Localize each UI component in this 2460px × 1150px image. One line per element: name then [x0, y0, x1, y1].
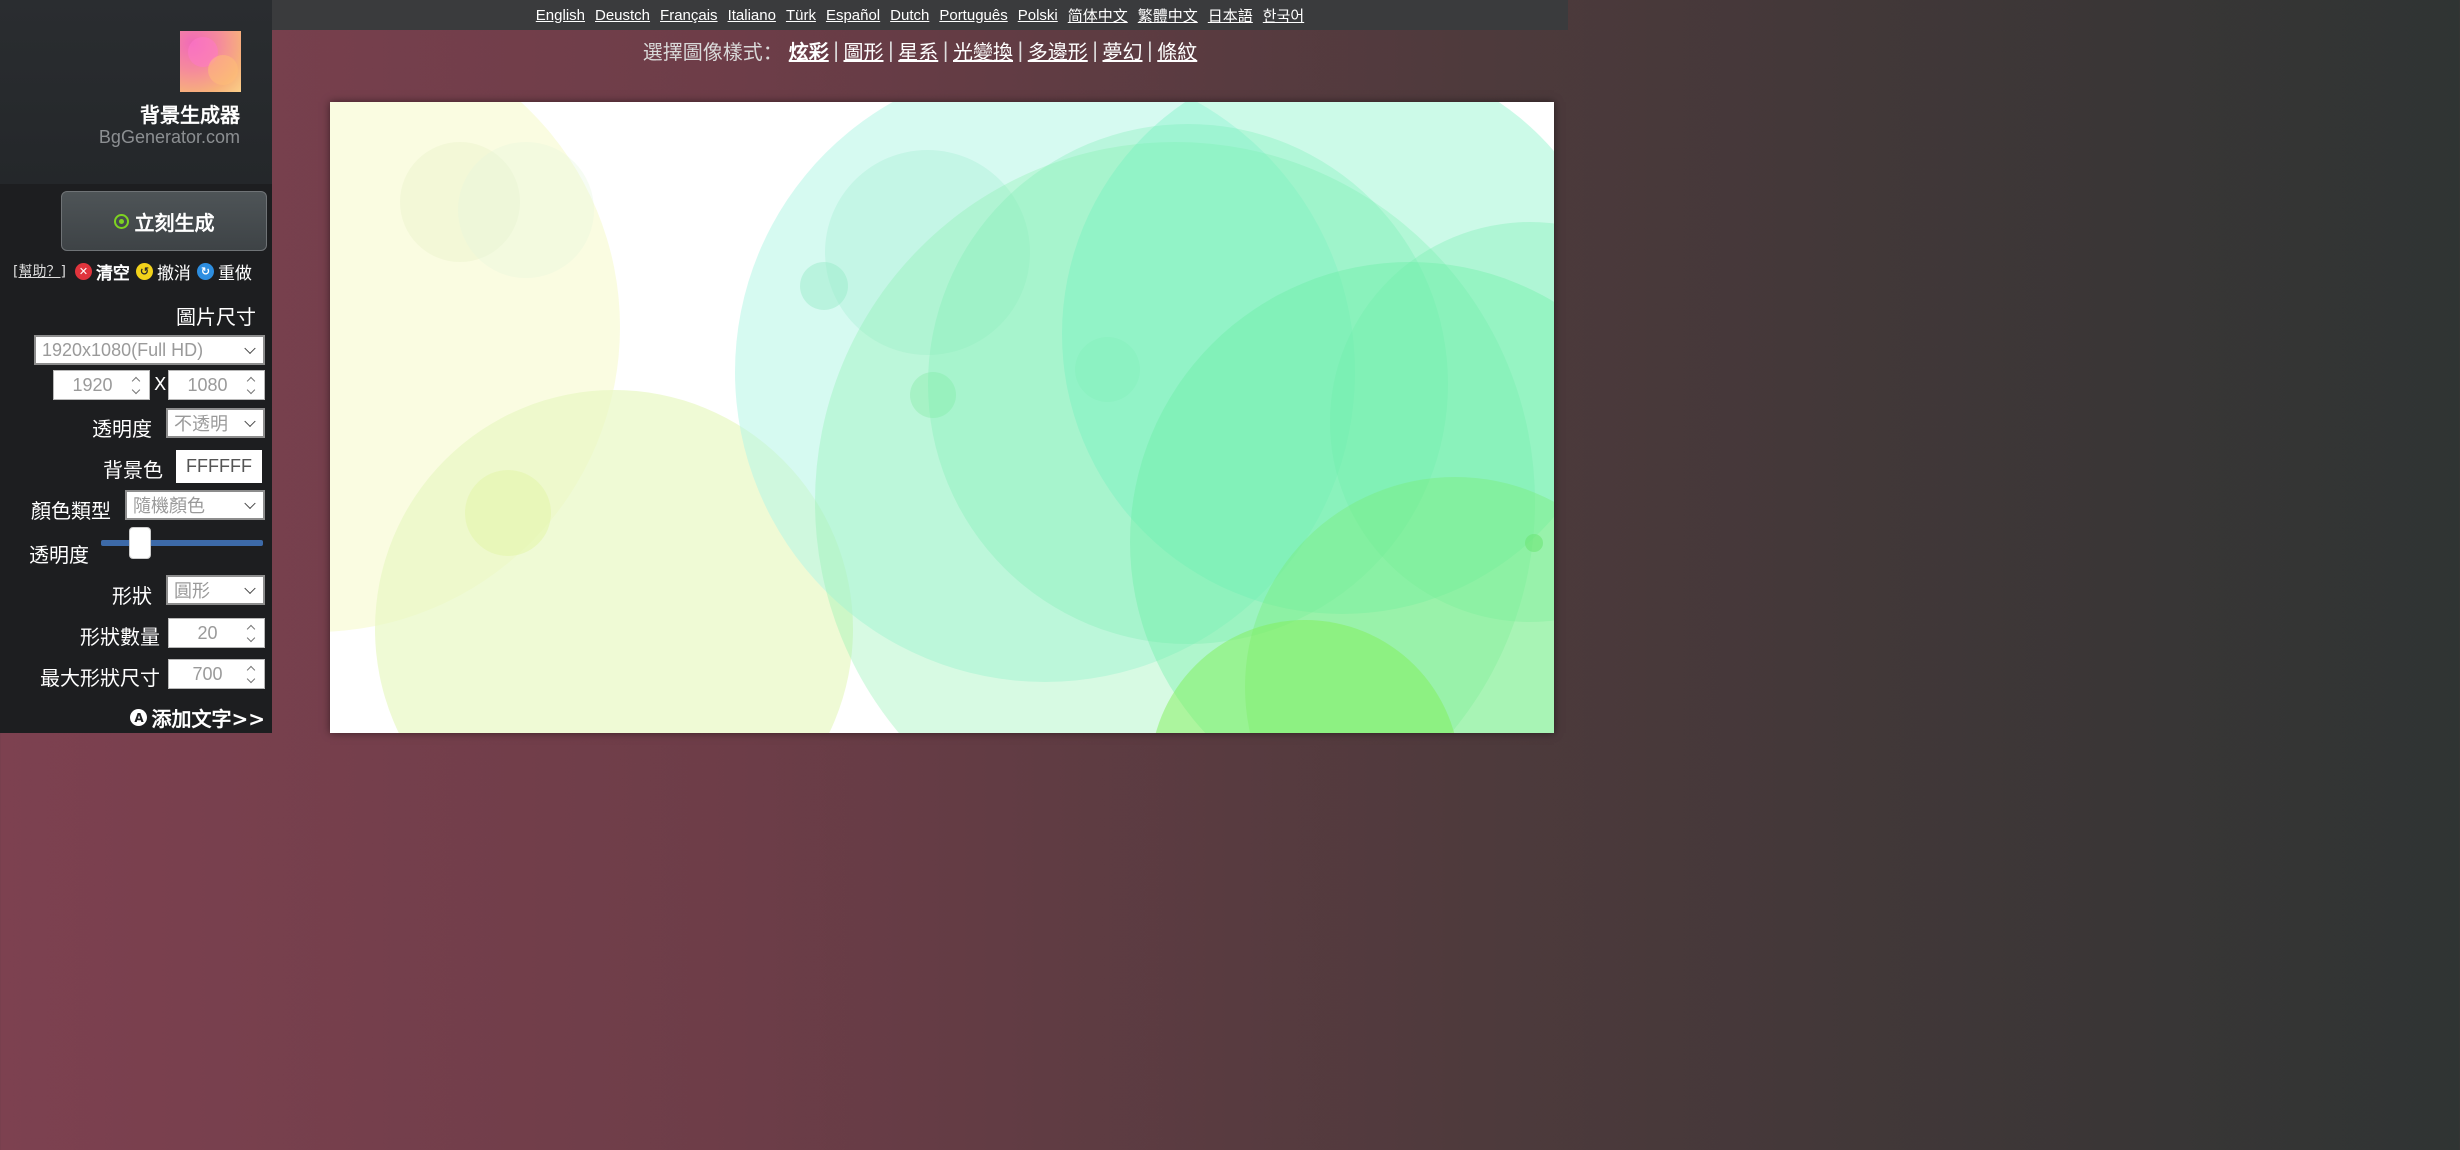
style-link-active[interactable]: 炫彩: [789, 36, 829, 65]
shape-value: 圓形: [174, 581, 210, 601]
brand-domain: BgGenerator.com: [98, 127, 240, 147]
circle-shape: [1525, 534, 1543, 552]
chevron-down-icon: [244, 342, 256, 355]
transparency-slider-track[interactable]: [101, 540, 263, 546]
opacity-label: 透明度: [92, 417, 152, 441]
lang-link[interactable]: Italiano: [728, 7, 776, 24]
style-selector: 選擇圖像樣式： 炫彩 | 圖形 | 星系 | 光變換 | 多邊形 | 夢幻 | …: [272, 34, 1568, 66]
generate-label: 立刻生成: [134, 210, 215, 235]
sidebar: 背景生成器 BgGenerator.com 立刻生成 [幫助？] ✕ 清空 ↺ …: [0, 0, 272, 733]
lang-link[interactable]: Türk: [786, 7, 816, 24]
generate-button[interactable]: 立刻生成: [61, 191, 267, 251]
separator: |: [1146, 38, 1154, 62]
lang-link[interactable]: 繁體中文: [1138, 5, 1198, 26]
brand-name: 背景生成器: [140, 103, 240, 127]
max-size-input[interactable]: 700: [168, 659, 265, 689]
language-bar: English Deustch Français Italiano Türk E…: [272, 0, 1568, 30]
opacity-value: 不透明: [174, 414, 228, 434]
redo-label: 重做: [217, 263, 252, 284]
transparency-label: 透明度: [29, 543, 89, 567]
color-type-select[interactable]: 隨機顏色: [125, 490, 265, 520]
lang-link[interactable]: English: [536, 7, 585, 24]
separator: |: [832, 38, 840, 62]
lang-link[interactable]: 简体中文: [1068, 5, 1128, 26]
spinner-icon[interactable]: [131, 375, 141, 397]
color-type-value: 隨機顏色: [133, 496, 205, 516]
color-type-label: 顏色類型: [31, 499, 111, 523]
undo-button[interactable]: ↺ 撤消: [135, 259, 191, 284]
separator: |: [942, 38, 949, 62]
clear-button[interactable]: ✕ 清空: [74, 259, 130, 284]
circle-shape: [465, 470, 551, 556]
style-link[interactable]: 光變換: [953, 36, 1013, 65]
shape-select[interactable]: 圓形: [166, 575, 265, 605]
spinner-icon[interactable]: [246, 623, 256, 645]
add-text-button[interactable]: A 添加文字>>: [130, 703, 265, 732]
lang-link[interactable]: Français: [660, 7, 718, 24]
lang-link[interactable]: 日本語: [1208, 5, 1253, 26]
lang-link[interactable]: Dutch: [890, 7, 929, 24]
image-size-label: 圖片尺寸: [176, 305, 256, 329]
style-link[interactable]: 夢幻: [1103, 36, 1143, 65]
size-preset-value: 1920x1080(Full HD): [42, 339, 204, 360]
chevron-down-icon: [244, 497, 256, 510]
size-preset-select[interactable]: 1920x1080(Full HD): [34, 335, 265, 365]
opacity-select[interactable]: 不透明: [166, 408, 265, 438]
style-link[interactable]: 圖形: [844, 36, 884, 65]
chevron-down-icon: [244, 582, 256, 595]
undo-label: 撤消: [156, 263, 191, 284]
undo-icon: ↺: [135, 262, 153, 280]
redo-icon: ↻: [196, 262, 214, 280]
separator: |: [1091, 38, 1099, 62]
background-preview[interactable]: [330, 102, 1554, 733]
lang-link[interactable]: Polski: [1018, 7, 1058, 24]
bg-color-label: 背景色: [103, 458, 163, 482]
circle-shape: [800, 262, 848, 310]
height-input[interactable]: 1080: [168, 370, 265, 400]
max-size-label: 最大形狀尺寸: [40, 666, 160, 690]
spinner-icon[interactable]: [246, 664, 256, 686]
lang-link[interactable]: 한국어: [1263, 5, 1304, 26]
style-link[interactable]: 多邊形: [1028, 36, 1088, 65]
width-input[interactable]: 1920: [53, 370, 150, 400]
separator: |: [887, 38, 895, 62]
x-circle-icon: ✕: [74, 262, 92, 280]
circle-shape: [458, 142, 594, 278]
add-text-label: 添加文字>>: [151, 707, 265, 731]
lang-link[interactable]: Deustch: [595, 7, 650, 24]
separator: |: [1017, 38, 1024, 62]
bg-color-value: FFFFFF: [186, 456, 252, 476]
size-separator: X: [154, 374, 167, 395]
lang-link[interactable]: Español: [826, 7, 880, 24]
lang-link[interactable]: Português: [939, 7, 1007, 24]
style-link[interactable]: 條紋: [1157, 36, 1197, 65]
shape-label: 形狀: [112, 584, 152, 608]
action-row: [幫助？] ✕ 清空 ↺ 撤消 ↻ 重做: [13, 259, 269, 284]
style-link[interactable]: 星系: [898, 36, 938, 65]
logo[interactable]: [180, 31, 241, 92]
clear-label: 清空: [95, 263, 130, 284]
chevron-down-icon: [244, 415, 256, 428]
help-link[interactable]: [幫助？]: [13, 261, 66, 281]
spinner-icon[interactable]: [246, 375, 256, 397]
brand-panel: 背景生成器 BgGenerator.com: [0, 0, 272, 184]
shape-count-input[interactable]: 20: [168, 618, 265, 648]
transparency-slider-thumb[interactable]: [129, 527, 151, 559]
shape-count-label: 形狀數量: [80, 625, 160, 649]
bg-color-input[interactable]: FFFFFF: [176, 450, 262, 483]
style-prefix: 選擇圖像樣式：: [642, 39, 783, 64]
redo-button[interactable]: ↻ 重做: [196, 259, 252, 284]
target-icon: [113, 213, 129, 229]
text-icon: A: [130, 709, 148, 726]
